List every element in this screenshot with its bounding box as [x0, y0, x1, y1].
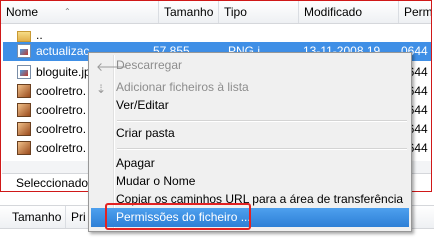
menu-separator	[117, 148, 407, 150]
file-list-header: Nome ⌃ Tamanho Tipo Modificado Perm	[1, 1, 432, 24]
file-name: bloguite.jp	[36, 65, 91, 79]
image-file-icon	[17, 84, 31, 98]
column-header-modified[interactable]: Modificado	[299, 1, 399, 23]
column-header-type[interactable]: Tipo	[219, 1, 299, 23]
menu-item-label: Descarregar	[116, 58, 183, 72]
column-label-name: Nome	[6, 5, 39, 19]
column-label-size: Tamanho	[164, 5, 214, 19]
column-header-size[interactable]: Tamanho	[159, 1, 219, 23]
image-file-icon	[17, 44, 31, 58]
image-file-icon	[17, 65, 31, 79]
menu-separator	[117, 120, 407, 122]
menu-item-label: Mudar o Nome	[116, 174, 196, 188]
folder-icon	[17, 31, 31, 42]
status-text: Seleccionado	[16, 176, 89, 190]
file-name: coolretro.	[36, 84, 87, 98]
menu-item-label: Apagar	[116, 156, 155, 170]
file-name: actualizac	[36, 44, 90, 58]
queue-column-label: Tamanho	[12, 210, 62, 224]
menu-item-add-to-queue[interactable]: ⇣ Adicionar ficheiros à lista	[91, 78, 409, 96]
file-name: coolretro.	[36, 103, 87, 117]
file-name: coolretro.	[36, 141, 87, 155]
menu-item-rename[interactable]: Mudar o Nome	[91, 172, 409, 190]
menu-item-label: Ver/Editar	[116, 98, 169, 112]
queue-column-label: Pri	[71, 210, 86, 224]
menu-item-create-folder[interactable]: Criar pasta	[91, 124, 409, 142]
menu-item-label: Criar pasta	[116, 126, 175, 140]
menu-item-label: Adicionar ficheiros à lista	[116, 80, 249, 94]
image-file-icon	[17, 141, 31, 155]
queue-column-size[interactable]: Tamanho	[0, 206, 66, 228]
column-label-permissions: Perm	[404, 5, 432, 19]
file-name: coolretro.	[36, 122, 87, 136]
menu-item-delete[interactable]: Apagar	[91, 154, 409, 172]
column-header-name[interactable]: Nome ⌃	[1, 1, 159, 23]
column-label-type: Tipo	[224, 5, 247, 19]
menu-item-view-edit[interactable]: Ver/Editar	[91, 96, 409, 114]
column-label-modified: Modificado	[304, 5, 363, 19]
column-header-permissions[interactable]: Perm	[399, 1, 432, 23]
menu-item-download[interactable]: 🡐 Descarregar	[91, 56, 409, 74]
highlight-annotation-box	[105, 203, 251, 230]
sort-ascending-icon: ⌃	[64, 7, 71, 16]
image-file-icon	[17, 122, 31, 136]
image-file-icon	[17, 103, 31, 117]
